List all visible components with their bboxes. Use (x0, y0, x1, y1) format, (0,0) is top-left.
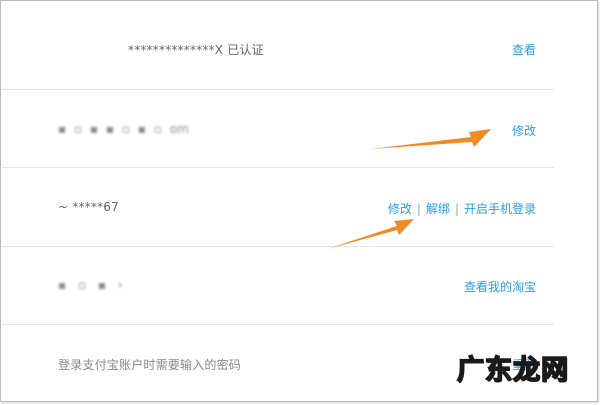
arrow-annotation (327, 129, 491, 249)
watermark-text: 广东龙网 (456, 354, 569, 387)
screenshot-frame: **************X 已认证 查看 ▪ ▫ ▪ ▪ ▫ ▪ ▫ om … (0, 0, 598, 402)
watermark-logo: 广东龙网 (453, 349, 573, 387)
